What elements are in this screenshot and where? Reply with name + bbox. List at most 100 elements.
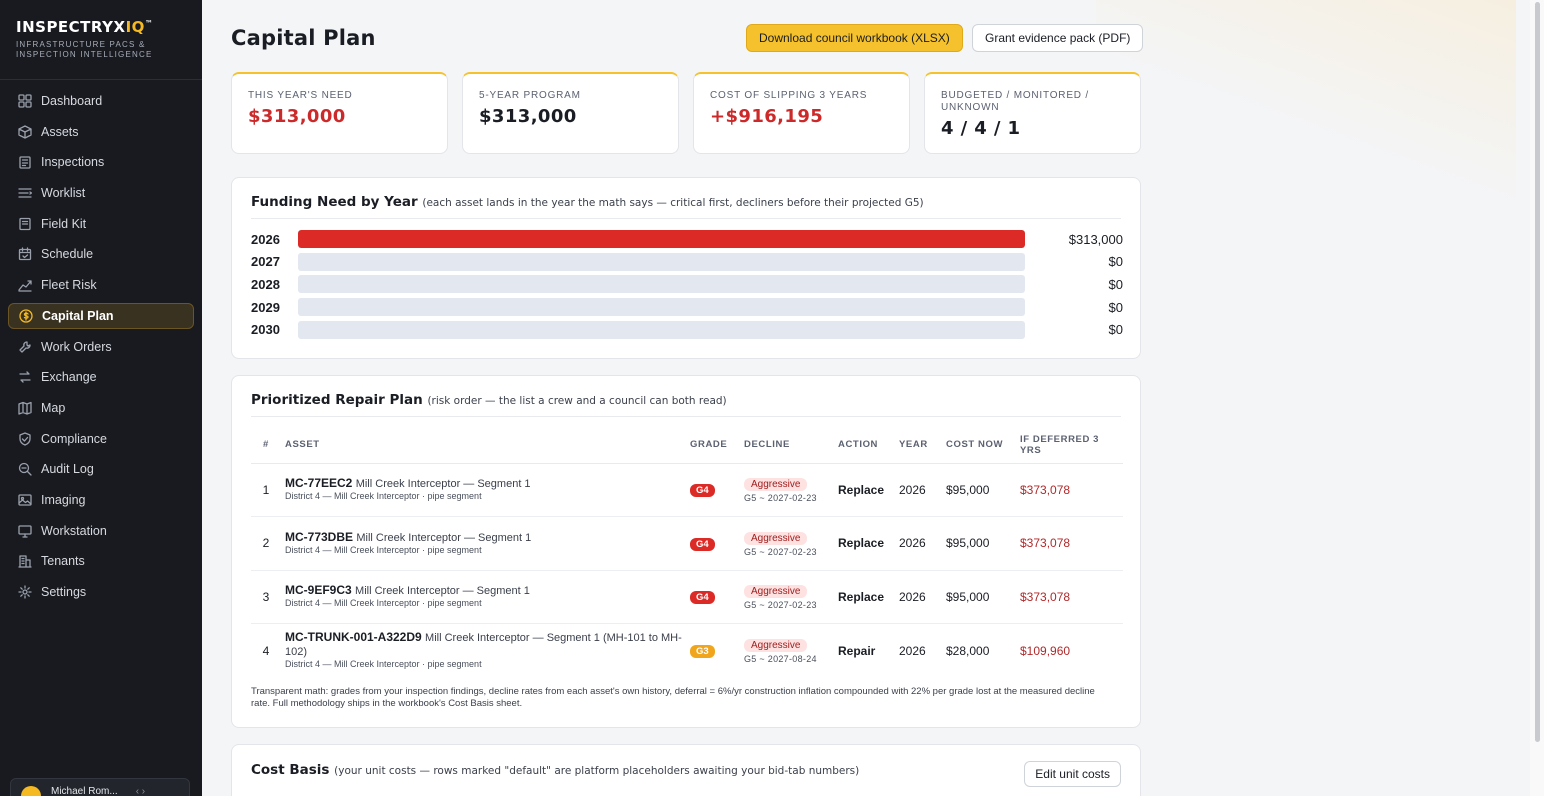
column-header[interactable]: DECLINE [740,427,834,464]
scrollbar-thumb[interactable] [1535,2,1540,742]
decline-badge: Aggressive [744,478,808,491]
sidebar-item-assets[interactable]: Assets [8,119,194,145]
download-workbook-button[interactable]: Download council workbook (XLSX) [746,24,963,52]
asset-location: District 4 — Mill Creek Interceptor · pi… [285,598,482,609]
cost-now-cell: $28,000 [946,643,990,658]
funding-row-2030: 2030 $0 [251,320,1123,339]
page-scrollbar[interactable] [1530,0,1544,796]
grade-cell: G4 [686,570,740,624]
sidebar-item-schedule[interactable]: Schedule [8,241,194,267]
funding-header: Funding Need by Year (each asset lands i… [251,194,1121,219]
sidebar-item-dashboard[interactable]: Dashboard [8,88,194,114]
building-icon [17,553,33,569]
sidebar-item-compliance[interactable]: Compliance [8,426,194,452]
asset-location: District 4 — Mill Creek Interceptor · pi… [285,491,482,502]
asset-id[interactable]: MC-TRUNK-001-A322D9 [285,630,422,644]
repair-plan-table: # ASSET GRADE DECLINE ACTION YEAR COST NOW IF D… [251,427,1123,677]
column-header[interactable]: IF DEFERRED 3 YRS [1016,427,1123,464]
sidebar-item-exchange[interactable]: Exchange [8,364,194,390]
funding-year: 2026 [251,231,280,247]
decline-badge: Aggressive [744,585,808,598]
table-row[interactable]: 2 MC-773DBE Mill Creek Interceptor — Segm… [251,516,1123,571]
sidebar-item-label: Audit Log [41,462,94,477]
column-header[interactable]: ASSET [281,427,686,464]
brand-logo[interactable]: INSPECTRYXIQ™ [16,18,186,36]
column-header[interactable]: # [251,427,281,464]
grid-icon [17,93,33,109]
decline-badge: Aggressive [744,531,808,545]
grant-evidence-button[interactable]: Grant evidence pack (PDF) [972,24,1144,52]
grade-cell: G4 [686,463,740,517]
deferred-cost-cell: $109,960 [1020,643,1071,658]
user-menu[interactable]: Michael Rom... ‹ › [10,778,190,796]
brand-accent: IQ [125,18,145,36]
user-name: Michael Rom... [51,785,118,796]
deferred-cost-cell: $373,078 [1016,516,1123,571]
asset-id[interactable]: MC-9EF9C3 [285,583,352,597]
asset-id[interactable]: MC-773DBE [285,530,353,544]
rank-cell: 4 [262,643,270,658]
column-header[interactable]: ACTION [834,427,895,464]
sidebar-item-worklist[interactable]: Worklist [8,180,194,206]
sidebar-item-settings[interactable]: Settings [8,579,194,605]
sidebar-item-fleet-risk[interactable]: Fleet Risk [8,272,194,298]
sidebar-item-imaging[interactable]: Imaging [8,487,194,513]
main-content: Capital Plan Download council workbook (… [202,0,1530,796]
page-title: Capital Plan [231,26,376,50]
sidebar-item-inspections[interactable]: Inspections [8,149,194,175]
avatar [21,786,41,796]
kpi-value: $313,000 [248,106,346,127]
chevron-icon: ‹ › [135,785,146,796]
table-row[interactable]: 4 MC-TRUNK-001-A322D9 Mill Creek Intercep… [251,624,1123,678]
sidebar-item-label: Imaging [41,492,86,507]
search-icon [17,461,33,477]
rank-cell: 3 [251,570,281,624]
sidebar-item-tenants[interactable]: Tenants [8,548,194,574]
image-icon [17,492,33,508]
kpi-label: BUDGETED / MONITORED / UNKNOWN [941,90,1089,113]
box-icon [17,124,33,140]
table-row[interactable]: 3 MC-9EF9C3 Mill Creek Interceptor — Segm… [251,570,1123,624]
sidebar-item-label: Workstation [41,523,107,538]
kpi-five-year-program: 5-YEAR PROGRAM $313,000 [462,72,679,154]
grade-cell: G4 [686,516,740,571]
grade-badge: G4 [690,537,715,551]
asset-id[interactable]: MC-77EEC2 [285,476,352,490]
repair-plan-card: Prioritized Repair Plan (risk order — th… [231,375,1141,728]
funding-amount: $313,000 [1068,231,1123,247]
funding-row-2029: 2029 $0 [251,298,1123,317]
edit-unit-costs-button[interactable]: Edit unit costs [1024,761,1121,787]
column-header[interactable]: GRADE [686,427,740,464]
kpi-cost-of-slipping: COST OF SLIPPING 3 YEARS +$916,195 [693,72,910,154]
brand-tm: ™ [144,19,154,28]
grade-badge: G3 [690,645,715,658]
monitor-icon [17,523,33,539]
deferred-cost-cell: $373,078 [1016,570,1123,624]
cost-basis-subtitle: (your unit costs — rows marked "default"… [334,765,860,777]
sidebar-item-label: Exchange [41,370,97,385]
cost-now-cell: $95,000 [942,570,1016,624]
cost-basis-header: Cost Basis (your unit costs — rows marke… [251,762,1121,786]
sidebar-item-map[interactable]: Map [8,395,194,421]
sidebar-item-capital-plan[interactable]: Capital Plan [8,302,194,329]
table-row[interactable]: 1 MC-77EEC2 Mill Creek Interceptor — Segm… [251,463,1123,517]
sidebar-item-field-kit[interactable]: Field Kit [8,211,194,237]
sidebar-item-work-orders[interactable]: Work Orders [8,334,194,360]
sidebar-item-audit-log[interactable]: Audit Log [8,456,194,482]
asset-cell: MC-TRUNK-001-A322D9 Mill Creek Intercept… [281,624,686,678]
column-header[interactable]: YEAR [895,427,942,464]
sidebar-item-label: Schedule [41,247,94,262]
funding-bar-track [298,252,1025,271]
funding-row-2028: 2028 $0 [251,275,1123,294]
calendar-icon [17,246,33,262]
year-cell: 2026 [895,463,942,517]
kpi-row: THIS YEAR'S NEED $313,000 5-YEAR PROGRAM… [231,72,1141,154]
action-cell: Repair [838,643,876,658]
funding-amount: $0 [1108,322,1123,338]
funding-year: 2028 [251,276,280,292]
shield-check-icon [17,431,33,447]
sidebar-item-label: Dashboard [41,94,103,108]
decline-cell: Aggressive G5 ~ 2027-02-23 [740,516,834,571]
sidebar-item-workstation[interactable]: Workstation [8,518,194,544]
column-header[interactable]: COST NOW [942,427,1016,464]
